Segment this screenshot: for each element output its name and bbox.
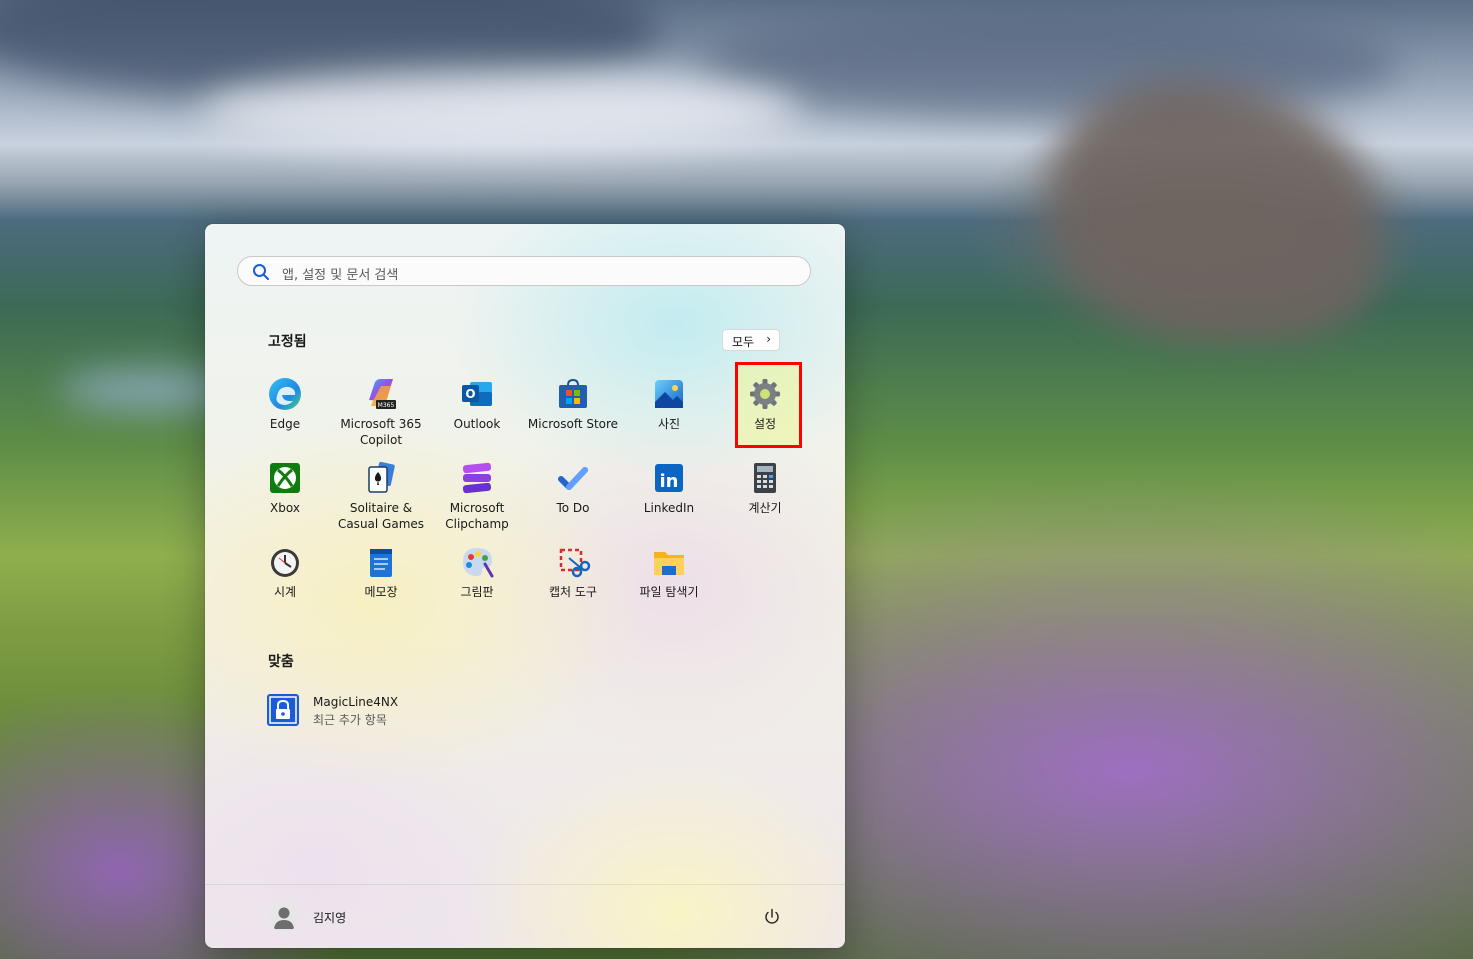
app-label: Microsoft Clipchamp	[445, 501, 509, 531]
app-label: Outlook	[453, 417, 501, 431]
recommended-item-name: MagicLine4NX	[313, 695, 399, 709]
file-explorer-icon	[654, 552, 684, 575]
solitaire-icon	[368, 461, 395, 493]
app-label: LinkedIn	[643, 501, 695, 515]
snipping-tool-icon	[559, 548, 591, 578]
app-clock[interactable]: 시계	[237, 538, 333, 618]
recommended-item[interactable]: MagicLine4NX 최근 추가 항목	[267, 694, 567, 730]
recommended-title: 맞춤	[268, 654, 294, 670]
start-menu: 앱, 설정 및 문서 검색 고정됨 모두 › Edge M365 Microso…	[205, 224, 845, 948]
outlook-letter: O	[465, 387, 475, 401]
clock-icon	[271, 549, 299, 577]
edge-icon	[269, 378, 301, 410]
xbox-icon	[270, 463, 300, 493]
app-label: Xbox	[270, 501, 300, 515]
start-footer: 김지영	[205, 884, 845, 948]
wallpaper-rock	[1050, 80, 1380, 340]
app-photos[interactable]: 사진	[621, 370, 717, 450]
app-label: Microsoft Store	[527, 417, 619, 431]
user-avatar[interactable]	[269, 902, 299, 932]
all-apps-label: 모두	[732, 335, 755, 349]
app-label: Solitaire & Casual Games	[337, 501, 425, 531]
app-todo[interactable]: To Do	[525, 454, 621, 534]
app-snipping-tool[interactable]: 캡처 도구	[525, 538, 621, 618]
app-label: 사진	[657, 417, 681, 431]
app-settings[interactable]: 설정	[717, 370, 813, 450]
app-outlook[interactable]: O Outlook	[429, 370, 525, 450]
app-solitaire[interactable]: Solitaire & Casual Games	[333, 454, 429, 534]
todo-icon	[558, 467, 588, 490]
app-m365-copilot[interactable]: M365 Microsoft 365 Copilot	[333, 370, 429, 450]
app-label: 계산기	[748, 501, 782, 515]
app-label: 캡처 도구	[549, 585, 597, 599]
search-box[interactable]: 앱, 설정 및 문서 검색	[237, 256, 811, 286]
search-icon	[253, 264, 269, 280]
m365-copilot-icon: M365	[369, 379, 396, 409]
app-edge[interactable]: Edge	[237, 370, 333, 450]
search-placeholder: 앱, 설정 및 문서 검색	[282, 268, 399, 283]
lock-app-icon	[267, 694, 299, 726]
store-icon	[559, 378, 587, 408]
outlook-icon: O	[462, 382, 492, 406]
recommended-item-subtitle: 최근 추가 항목	[313, 713, 387, 727]
gear-icon	[750, 379, 780, 409]
app-label: 설정	[753, 417, 777, 431]
app-label: 그림판	[460, 585, 494, 599]
app-label: 시계	[273, 585, 297, 599]
app-label: 메모장	[364, 585, 398, 599]
power-icon[interactable]	[762, 907, 782, 927]
chevron-right-icon: ›	[766, 332, 771, 346]
linkedin-icon: in	[655, 464, 683, 492]
app-microsoft-store[interactable]: Microsoft Store	[525, 370, 621, 450]
linkedin-letter: in	[660, 471, 679, 492]
app-label: To Do	[556, 501, 590, 515]
calculator-icon	[754, 463, 776, 493]
m365-badge: M365	[378, 402, 395, 409]
clipchamp-icon	[462, 462, 492, 494]
app-xbox[interactable]: Xbox	[237, 454, 333, 534]
paint-icon	[463, 548, 494, 578]
app-notepad[interactable]: 메모장	[333, 538, 429, 618]
notepad-icon	[370, 549, 392, 577]
app-clipchamp[interactable]: Microsoft Clipchamp	[429, 454, 525, 534]
photos-icon	[655, 380, 683, 408]
app-file-explorer[interactable]: 파일 탐색기	[621, 538, 717, 618]
app-linkedin[interactable]: in LinkedIn	[621, 454, 717, 534]
user-name[interactable]: 김지영	[313, 909, 346, 926]
user-icon	[274, 907, 294, 929]
app-paint[interactable]: 그림판	[429, 538, 525, 618]
lock-icon	[269, 696, 297, 724]
pinned-title: 고정됨	[268, 334, 307, 350]
wallpaper-cloud	[200, 70, 800, 150]
wallpaper-cloud	[700, 10, 1400, 120]
app-calculator[interactable]: 계산기	[717, 454, 813, 534]
app-label: 파일 탐색기	[639, 585, 699, 599]
app-label: Edge	[269, 417, 301, 431]
app-label: Microsoft 365 Copilot	[340, 417, 422, 447]
all-apps-button[interactable]: 모두 ›	[722, 329, 780, 351]
